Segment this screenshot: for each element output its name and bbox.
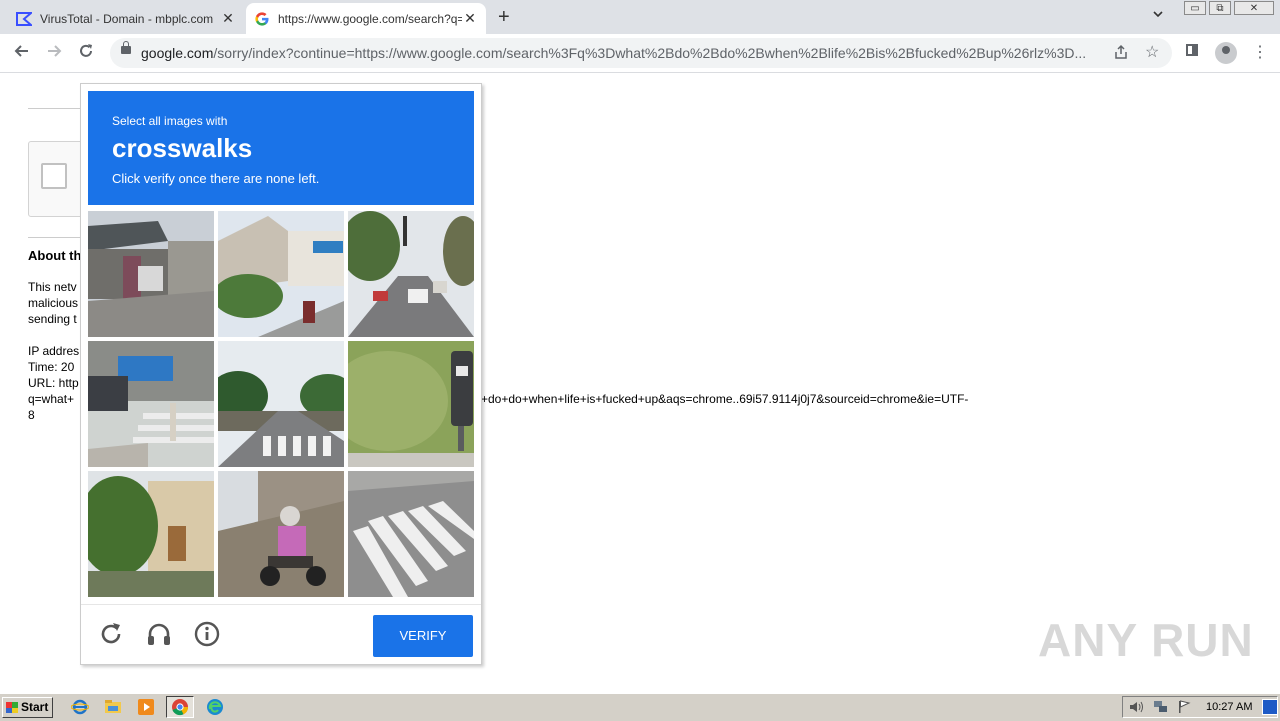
reload-icon[interactable] [75,42,97,64]
image-tile-warehouse-street[interactable] [88,211,214,337]
url-line: URL: http [28,376,79,390]
tab-search-chevron-icon[interactable] [1152,8,1164,23]
share-icon[interactable] [1113,44,1129,63]
tab-title: VirusTotal - Domain - mbplc.com [40,11,214,26]
windows-flag-icon [6,702,18,713]
close-tab-icon[interactable]: ✕ [462,10,478,27]
audio-challenge-headphones-icon[interactable] [145,620,173,648]
taskbar-clock[interactable]: 10:27 AM [1206,701,1252,713]
chrome-taskbar-button[interactable] [166,696,194,718]
tab-google-search[interactable]: https://www.google.com/search?q= ✕ [246,3,486,34]
tab-title: https://www.google.com/search?q= [278,11,462,26]
side-panel-icon[interactable] [1186,44,1198,56]
system-tray [1122,696,1278,718]
instruction-sub: Click verify once there are none left. [112,171,320,186]
image-grid [88,211,474,597]
edge-icon[interactable] [206,698,224,716]
restore-button[interactable]: ⧉ [1209,1,1231,15]
challenge-header: Select all images with crosswalks Click … [88,91,474,205]
minimize-button[interactable]: ▭ [1184,1,1206,15]
tab-strip: VirusTotal - Domain - mbplc.com ✕ https:… [0,0,1280,34]
address-bar[interactable]: google.com/sorry/index?continue=https://… [110,38,1172,68]
image-tile-motorcyclist-street[interactable] [218,471,344,597]
profile-avatar-icon[interactable] [1215,42,1237,64]
bookmark-star-icon[interactable]: ☆ [1145,42,1159,62]
lock-icon [121,41,131,54]
new-tab-button[interactable]: + [498,6,510,29]
url-wrap-start: q=what+ [28,392,75,406]
start-label: Start [21,700,49,714]
media-player-icon[interactable] [137,698,155,716]
close-tab-icon[interactable]: ✕ [220,10,236,27]
challenge-target: crosswalks [112,133,253,163]
tab-virustotal[interactable]: VirusTotal - Domain - mbplc.com ✕ [8,3,244,34]
time-line: Time: 20 [28,360,75,374]
google-icon [254,11,270,27]
divider [28,237,88,238]
image-tile-traffic-road[interactable] [348,211,474,337]
network-icon[interactable] [1153,700,1169,717]
internet-explorer-icon[interactable] [70,698,90,716]
show-desktop-button[interactable] [1262,699,1278,715]
recaptcha-checkbox[interactable] [41,163,67,189]
recaptcha-challenge-popup: Select all images with crosswalks Click … [80,83,482,665]
url-text[interactable]: google.com/sorry/index?continue=https://… [141,45,1101,61]
image-tile-building-trees[interactable] [88,471,214,597]
challenge-footer: VERIFY [81,604,481,665]
url-last-line: 8 [28,408,35,422]
instruction-small: Select all images with [112,114,228,128]
image-tile-parking-meter-grass[interactable] [348,341,474,467]
action-center-flag-icon[interactable] [1177,700,1191,717]
reload-challenge-icon[interactable] [97,620,125,648]
info-text-line: malicious [28,296,79,310]
image-tile-crosswalk-bollard-car[interactable] [88,341,214,467]
help-info-icon[interactable] [193,620,221,648]
image-tile-crosswalk-road-palms[interactable] [218,341,344,467]
browser-toolbar: google.com/sorry/index?continue=https://… [0,34,1280,73]
menu-kebab-icon[interactable]: ⋮ [1252,42,1268,64]
divider [28,108,88,109]
info-text-line: This netv [28,280,77,294]
file-explorer-icon[interactable] [104,698,122,716]
verify-button[interactable]: VERIFY [373,615,473,657]
back-arrow-icon[interactable] [11,42,33,64]
image-tile-shop-street-motorbike[interactable] [218,211,344,337]
windows-taskbar: Start 10:27 AM [0,693,1280,721]
ip-address-line: IP addres [28,344,80,358]
virustotal-icon [16,11,32,27]
anyrun-watermark: ANY RUN [1038,614,1254,666]
image-tile-crosswalk-stripes[interactable] [348,471,474,597]
about-heading: About th [28,248,82,263]
url-wrap-end: +do+do+when+life+is+fucked+up&aqs=chrome… [481,392,969,406]
close-window-button[interactable]: ✕ [1234,1,1274,15]
forward-arrow-icon[interactable] [43,42,65,64]
volume-icon[interactable] [1129,700,1145,717]
info-text-line: sending t [28,312,77,326]
start-button[interactable]: Start [2,697,53,718]
